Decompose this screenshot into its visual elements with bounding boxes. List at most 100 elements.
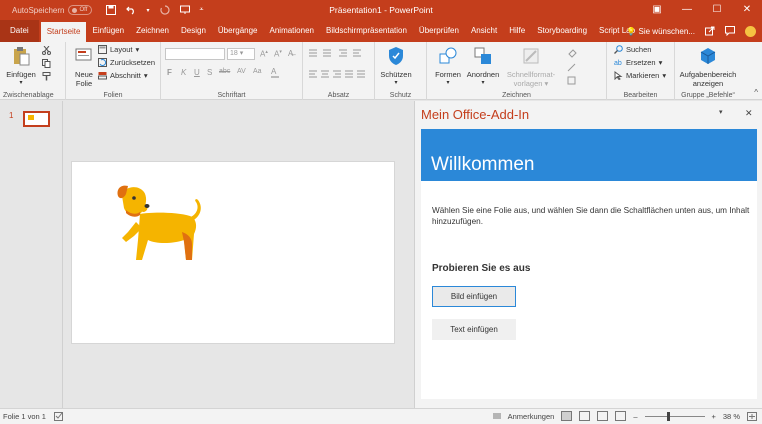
tab-ansicht[interactable]: Ansicht <box>465 20 503 42</box>
tab-animationen[interactable]: Animationen <box>264 20 320 42</box>
group-paragraph: Absatz <box>303 42 375 100</box>
zoom-slider[interactable] <box>644 411 705 421</box>
tab-einfuegen[interactable]: Einfügen <box>86 20 130 42</box>
section-button[interactable]: Abschnitt ▾ <box>98 71 148 80</box>
tab-file[interactable]: Datei <box>0 20 39 42</box>
reading-view-icon[interactable] <box>597 411 609 421</box>
close-icon[interactable]: ✕ <box>732 0 762 20</box>
tab-zeichnen[interactable]: Zeichnen <box>130 20 175 42</box>
addin-content: Willkommen Wählen Sie eine Folie aus, un… <box>421 129 757 399</box>
slide-thumbnail[interactable] <box>23 111 50 127</box>
presentation-start-icon[interactable] <box>179 5 190 15</box>
fit-to-window-icon[interactable] <box>747 411 757 421</box>
clear-formatting-icon[interactable]: A̶ <box>288 49 293 58</box>
slide-sorter-view-icon[interactable] <box>579 411 591 421</box>
group-label-slides: Folien <box>103 92 123 99</box>
feedback-smiley-icon[interactable] <box>745 25 756 37</box>
dog-image[interactable] <box>112 182 212 267</box>
protect-button[interactable]: Schützen ▾ <box>376 46 416 88</box>
zoom-slider-knob[interactable] <box>666 411 670 421</box>
shrink-font-icon[interactable]: A▾ <box>274 49 282 59</box>
new-slide-button[interactable]: Neue Folie <box>70 46 98 88</box>
arrange-icon <box>474 47 491 64</box>
notes-icon <box>492 413 501 419</box>
shapes-icon <box>439 47 457 64</box>
format-painter-icon[interactable] <box>42 72 51 81</box>
taskpane-options-icon[interactable]: ▾ <box>719 108 723 116</box>
addin-description: Wählen Sie eine Folie aus, und wählen Si… <box>432 206 750 226</box>
undo-dropdown-icon[interactable]: ▾ <box>146 7 149 14</box>
collapse-ribbon-icon[interactable]: ^ <box>754 88 758 97</box>
group-commands: Aufgabenbereich anzeigen Gruppe „Befehle… <box>675 42 741 100</box>
group-label-protect: Schutz <box>389 92 412 99</box>
slideshow-view-icon[interactable] <box>615 411 627 421</box>
group-label-font: Schriftart <box>217 92 246 99</box>
group-drawing: Formen ▾ Anordnen ▾ Schnellformat- vorla… <box>427 42 607 100</box>
group-editing: Suchen ab Ersetzen ▾ Markieren ▾ Bearbeit… <box>607 42 675 100</box>
shapes-button[interactable]: Formen ▾ <box>433 46 463 88</box>
italic-icon[interactable]: K <box>181 68 186 77</box>
layout-button[interactable]: Layout ▾ <box>98 45 139 54</box>
taskpane-close-icon[interactable]: ✕ <box>745 108 753 119</box>
shape-fill-icon[interactable] <box>567 48 577 58</box>
zoom-in-icon[interactable]: + <box>712 412 716 421</box>
tab-bildschirmpraesentation[interactable]: Bildschirmpräsentation <box>320 20 413 42</box>
ribbon-display-icon[interactable]: ▣ <box>642 0 672 20</box>
copy-icon[interactable] <box>42 59 51 68</box>
reset-icon <box>98 58 107 67</box>
notes-button[interactable]: Anmerkungen <box>508 412 555 421</box>
show-taskpane-button[interactable]: Aufgabenbereich anzeigen <box>675 46 741 88</box>
find-button[interactable]: Suchen <box>614 45 651 54</box>
thumbnail-dog-image <box>28 115 34 120</box>
welcome-banner: Willkommen <box>421 129 757 181</box>
select-button[interactable]: Markieren ▾ <box>614 71 666 80</box>
font-size-combo[interactable]: 18 ▾ <box>227 48 255 60</box>
zoom-out-icon[interactable]: – <box>633 412 637 421</box>
try-it-heading: Probieren Sie es aus <box>432 263 531 274</box>
quick-styles-button[interactable]: Schnellformat- vorlagen ▾ <box>503 46 559 88</box>
paste-icon <box>14 47 30 66</box>
shape-outline-icon[interactable] <box>567 62 577 72</box>
comments-icon[interactable] <box>725 26 735 36</box>
customize-qat-icon[interactable]: ⩡ <box>200 6 204 14</box>
arrange-button[interactable]: Anordnen ▾ <box>465 46 501 88</box>
replace-button[interactable]: ab Ersetzen ▾ <box>614 58 662 67</box>
shadow-icon[interactable]: S <box>207 68 212 77</box>
redo-icon[interactable] <box>159 5 170 15</box>
strikethrough-icon[interactable]: abc <box>219 68 230 75</box>
share-icon[interactable] <box>705 26 715 36</box>
tab-storyboarding[interactable]: Storyboarding <box>531 20 593 42</box>
normal-view-icon[interactable] <box>561 411 573 421</box>
paste-button[interactable]: Einfügen ▾ <box>3 46 39 88</box>
autosave-control[interactable]: AutoSpeichern Off <box>12 5 93 15</box>
change-case-icon[interactable]: Aa <box>253 68 262 75</box>
group-label-commands: Gruppe „Befehle“ <box>681 92 735 99</box>
alignment-buttons-icon[interactable] <box>309 69 369 79</box>
tab-design[interactable]: Design <box>175 20 212 42</box>
zoom-level[interactable]: 38 % <box>723 412 740 421</box>
minimize-icon[interactable]: — <box>672 0 702 20</box>
spellcheck-icon[interactable] <box>53 412 64 421</box>
grow-font-icon[interactable]: A▴ <box>260 49 268 59</box>
tell-me-box[interactable]: 💡 Sie wünschen... <box>626 27 695 36</box>
font-color-icon[interactable]: A <box>271 67 279 78</box>
restore-icon[interactable]: ☐ <box>702 0 732 20</box>
tab-startseite[interactable]: Startseite <box>40 22 87 42</box>
tab-ueberpruefen[interactable]: Überprüfen <box>413 20 465 42</box>
shape-effects-icon[interactable] <box>567 76 577 86</box>
insert-text-button[interactable]: Text einfügen <box>432 319 516 340</box>
tab-uebergaenge[interactable]: Übergänge <box>212 20 264 42</box>
insert-image-button[interactable]: Bild einfügen <box>432 286 516 307</box>
character-spacing-icon[interactable]: AV <box>237 68 246 75</box>
reset-button[interactable]: Zurücksetzen <box>98 58 155 67</box>
slide-canvas[interactable] <box>71 161 395 344</box>
bold-icon[interactable]: F <box>167 68 172 77</box>
autosave-toggle[interactable]: Off <box>68 5 93 15</box>
save-icon[interactable] <box>106 5 117 15</box>
underline-icon[interactable]: U <box>194 68 200 77</box>
font-name-combo[interactable] <box>165 48 225 60</box>
cut-icon[interactable] <box>42 46 51 55</box>
list-buttons-icon[interactable] <box>309 48 369 58</box>
undo-icon[interactable] <box>126 5 136 15</box>
tab-hilfe[interactable]: Hilfe <box>503 20 531 42</box>
